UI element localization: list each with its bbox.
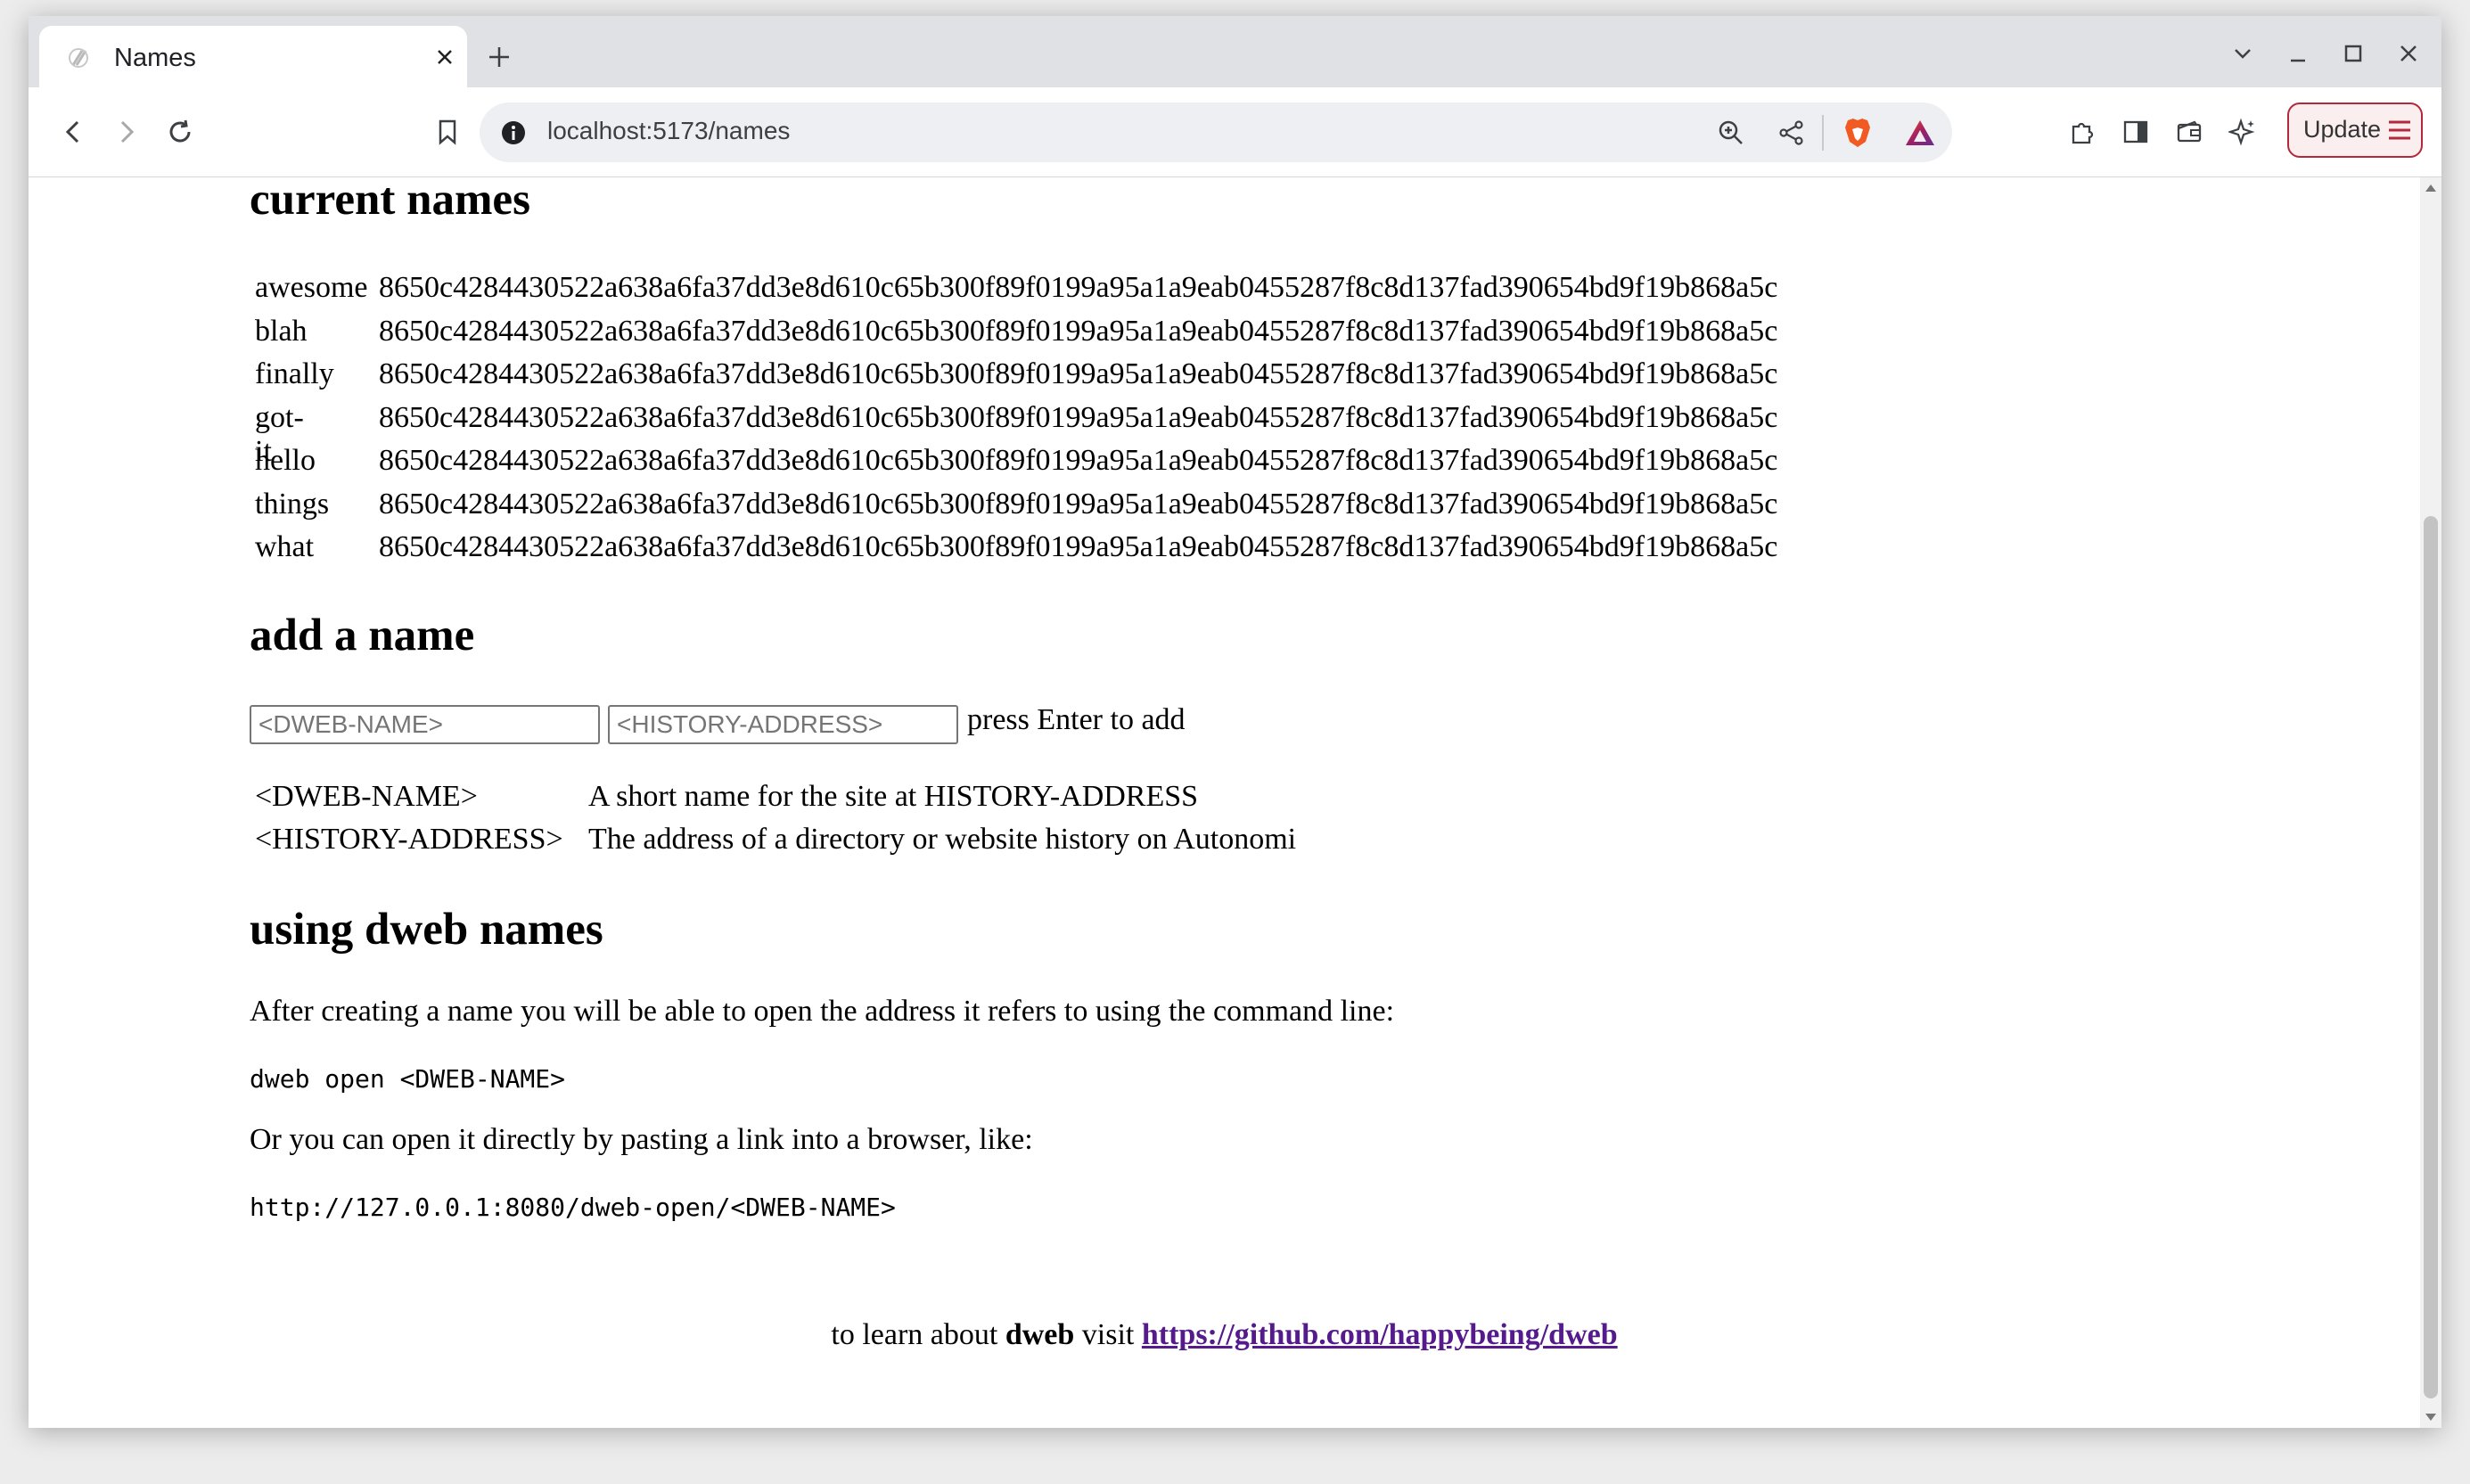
row-hash: 8650c4284430522a638a6fa37dd3e8d610c65b30… — [379, 488, 1778, 521]
zoom-icon[interactable] — [1710, 111, 1752, 154]
bookmark-icon[interactable] — [424, 109, 471, 155]
add-hint: press Enter to add — [967, 703, 1186, 736]
row-name: awesome — [255, 271, 368, 304]
share-icon[interactable] — [1770, 111, 1813, 154]
close-icon[interactable] — [430, 42, 460, 72]
update-label: Update — [2303, 116, 2382, 143]
legend-term: <HISTORY-ADDRESS> — [255, 823, 563, 856]
code-open-url: http://127.0.0.1:8080/dweb-open/<DWEB-NA… — [250, 1193, 896, 1222]
tab-title: Names — [114, 44, 196, 72]
row-hash: 8650c4284430522a638a6fa37dd3e8d610c65b30… — [379, 315, 1778, 348]
row-hash: 8650c4284430522a638a6fa37dd3e8d610c65b30… — [379, 444, 1778, 477]
brave-shield-icon[interactable] — [1836, 111, 1879, 154]
tab-names[interactable]: Names — [39, 26, 467, 87]
separator — [1822, 115, 1824, 151]
heading-using-dweb-names: using dweb names — [250, 905, 603, 955]
url-text[interactable]: localhost:5173/names — [547, 117, 790, 145]
tab-favicon-icon — [68, 47, 89, 69]
chevron-down-icon[interactable] — [2223, 34, 2262, 73]
leo-ai-icon[interactable] — [2220, 109, 2266, 155]
heading-current-names: current names — [250, 177, 530, 225]
footer-visit: visit — [1081, 1318, 1135, 1351]
address-bar[interactable]: localhost:5173/names — [480, 102, 1952, 162]
legend-desc: The address of a directory or website hi… — [588, 823, 1297, 856]
sidebar-icon[interactable] — [2113, 109, 2159, 155]
github-link[interactable]: https://github.com/happybeing/dweb — [1142, 1318, 1618, 1351]
forward-icon[interactable] — [103, 109, 150, 155]
maximize-icon[interactable] — [2334, 34, 2373, 73]
row-hash: 8650c4284430522a638a6fa37dd3e8d610c65b30… — [379, 401, 1778, 434]
row-hash: 8650c4284430522a638a6fa37dd3e8d610c65b30… — [379, 530, 1778, 563]
paragraph-browser-link: Or you can open it directly by pasting a… — [250, 1123, 1033, 1156]
row-name: things — [255, 488, 330, 521]
back-icon[interactable] — [50, 109, 96, 155]
row-name: hello — [255, 444, 316, 477]
row-hash: 8650c4284430522a638a6fa37dd3e8d610c65b30… — [379, 271, 1778, 304]
wallet-icon[interactable] — [2166, 109, 2212, 155]
code-dweb-open: dweb open <DWEB-NAME> — [250, 1064, 566, 1094]
scrollbar[interactable] — [2420, 177, 2441, 1428]
footer-dweb: dweb — [1005, 1318, 1075, 1351]
toolbar: localhost:5173/names Update — [29, 87, 2441, 177]
info-icon[interactable] — [499, 119, 528, 147]
close-window-icon[interactable] — [2389, 34, 2428, 73]
legend-term: <DWEB-NAME> — [255, 780, 478, 813]
row-hash: 8650c4284430522a638a6fa37dd3e8d610c65b30… — [379, 357, 1778, 390]
history-address-input[interactable] — [608, 705, 958, 744]
scroll-down-arrow[interactable] — [2425, 1414, 2436, 1421]
legend-desc: A short name for the site at HISTORY-ADD… — [588, 780, 1199, 813]
row-name: finally — [255, 357, 334, 390]
footer-prefix: to learn about — [831, 1318, 998, 1351]
tab-strip: Names — [29, 16, 2441, 87]
minimize-icon[interactable] — [2278, 34, 2318, 73]
page-content: current names awesome 8650c4284430522a63… — [29, 177, 2420, 1428]
scroll-up-arrow[interactable] — [2425, 184, 2436, 192]
browser-window: Names localhost:5173/names Update curren… — [29, 16, 2441, 1428]
scrollbar-thumb[interactable] — [2424, 516, 2438, 1398]
update-button[interactable]: Update — [2287, 102, 2423, 158]
heading-add-name: add a name — [250, 611, 475, 660]
hamburger-menu-icon — [2387, 119, 2412, 142]
footer: to learn about dweb visit https://github… — [29, 1318, 2420, 1352]
brave-rewards-icon[interactable] — [1899, 111, 1941, 154]
reload-icon[interactable] — [157, 109, 203, 155]
plus-icon[interactable] — [480, 37, 519, 77]
row-name: what — [255, 530, 315, 563]
dweb-name-input[interactable] — [250, 705, 600, 744]
row-name: blah — [255, 315, 308, 348]
paragraph-command-line: After creating a name you will be able t… — [250, 995, 1395, 1028]
extensions-icon[interactable] — [2059, 109, 2105, 155]
